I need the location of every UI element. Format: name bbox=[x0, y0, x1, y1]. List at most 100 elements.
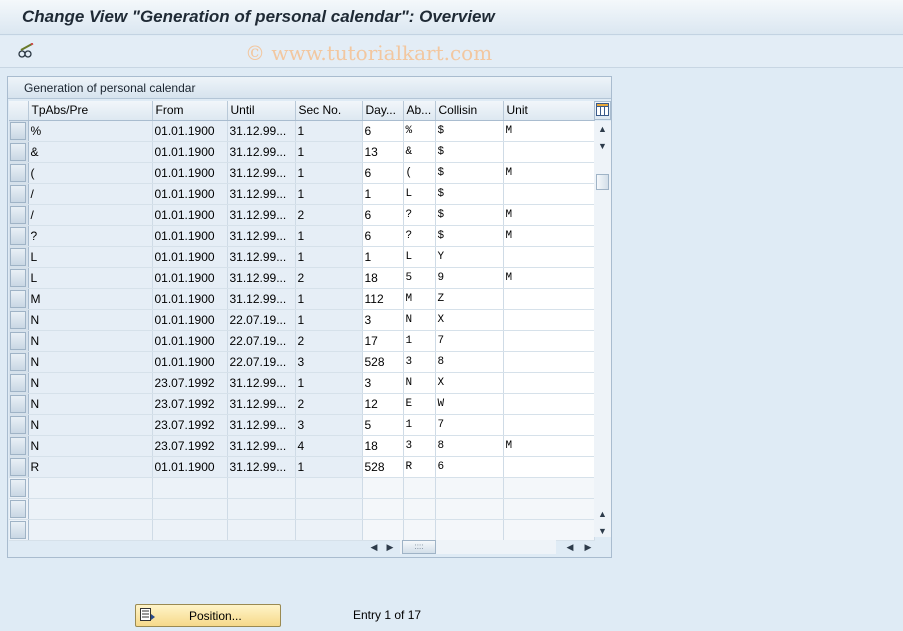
cell-ab[interactable]: % bbox=[403, 120, 436, 142]
scroll-page-down-icon[interactable]: ▼ bbox=[597, 525, 608, 537]
vertical-scroll-thumb[interactable] bbox=[596, 174, 609, 190]
cell-unit[interactable] bbox=[503, 330, 595, 352]
empty-cell-collisin[interactable] bbox=[435, 477, 504, 499]
cell-days[interactable]: 13 bbox=[362, 141, 404, 163]
column-header-from[interactable]: From bbox=[152, 101, 228, 121]
cell-collisin[interactable]: X bbox=[435, 309, 504, 331]
row-select-button[interactable] bbox=[9, 414, 29, 436]
cell-unit[interactable] bbox=[503, 183, 595, 205]
cell-collisin[interactable]: $ bbox=[435, 204, 504, 226]
row-select-button[interactable] bbox=[9, 435, 29, 457]
cell-days[interactable]: 6 bbox=[362, 204, 404, 226]
row-selector[interactable] bbox=[10, 373, 27, 392]
empty-cell-ab[interactable] bbox=[403, 477, 436, 499]
cell-ab[interactable]: 5 bbox=[403, 267, 436, 289]
table-row[interactable]: N 01.01.1900 22.07.19... 3 528 3 8 bbox=[9, 351, 595, 373]
row-selector[interactable] bbox=[10, 142, 27, 161]
row-select-button[interactable] bbox=[9, 330, 29, 352]
row-select-button[interactable] bbox=[9, 120, 29, 142]
column-header-sec-no[interactable]: Sec No. bbox=[295, 101, 363, 121]
display-change-button[interactable] bbox=[14, 41, 38, 63]
column-settings-button[interactable] bbox=[594, 101, 611, 120]
cell-unit[interactable] bbox=[503, 393, 595, 415]
scroll-left-icon[interactable]: ◀ bbox=[368, 540, 380, 554]
scroll-page-up-icon[interactable]: ▲ bbox=[597, 508, 608, 520]
row-select-button[interactable] bbox=[9, 162, 29, 184]
empty-table-row[interactable] bbox=[9, 519, 595, 541]
cell-ab[interactable]: M bbox=[403, 288, 436, 310]
cell-collisin[interactable]: $ bbox=[435, 183, 504, 205]
table-row[interactable]: N 23.07.1992 31.12.99... 3 5 1 7 bbox=[9, 414, 595, 436]
column-header-ab[interactable]: Ab... bbox=[403, 101, 436, 121]
row-select-button[interactable] bbox=[9, 519, 29, 541]
table-row[interactable]: ? 01.01.1900 31.12.99... 1 6? $ M bbox=[9, 225, 595, 247]
empty-table-row[interactable] bbox=[9, 477, 595, 499]
cell-days[interactable]: 18 bbox=[362, 435, 404, 457]
cell-unit[interactable] bbox=[503, 372, 595, 394]
cell-unit[interactable] bbox=[503, 456, 595, 478]
row-select-button[interactable] bbox=[9, 477, 29, 499]
row-selector[interactable] bbox=[10, 289, 27, 308]
cell-ab[interactable]: L bbox=[403, 183, 436, 205]
cell-days[interactable]: 528 bbox=[362, 351, 404, 373]
cell-days[interactable]: 1 bbox=[362, 246, 404, 268]
cell-unit[interactable] bbox=[503, 351, 595, 373]
cell-ab[interactable]: 1 bbox=[403, 414, 436, 436]
table-row[interactable]: N 23.07.1992 31.12.99... 1 3 N X bbox=[9, 372, 595, 394]
cell-ab[interactable]: 1 bbox=[403, 330, 436, 352]
cell-ab[interactable]: N bbox=[403, 309, 436, 331]
empty-cell-unit[interactable] bbox=[503, 519, 595, 541]
column-header-collisin[interactable]: Collisin bbox=[435, 101, 504, 121]
empty-cell-ab[interactable] bbox=[403, 498, 436, 520]
row-selector[interactable] bbox=[10, 184, 27, 203]
empty-cell-collisin[interactable] bbox=[435, 519, 504, 541]
cell-unit[interactable]: M bbox=[503, 267, 595, 289]
cell-ab[interactable]: 3 bbox=[403, 351, 436, 373]
cell-days[interactable]: 18 bbox=[362, 267, 404, 289]
row-select-button[interactable] bbox=[9, 393, 29, 415]
row-selector[interactable] bbox=[10, 331, 27, 350]
table-row[interactable]: L 01.01.1900 31.12.99... 1 1 L Y bbox=[9, 246, 595, 268]
column-header-tpabs[interactable]: TpAbs/Pre bbox=[28, 101, 153, 121]
cell-collisin[interactable]: $ bbox=[435, 162, 504, 184]
horizontal-scroll-thumb[interactable]: :::: bbox=[402, 540, 436, 554]
cell-collisin[interactable]: $ bbox=[435, 141, 504, 163]
cell-days[interactable]: 6 bbox=[362, 225, 404, 247]
cell-collisin[interactable]: 7 bbox=[435, 330, 504, 352]
cell-days[interactable]: 5 bbox=[362, 414, 404, 436]
cell-ab[interactable]: N bbox=[403, 372, 436, 394]
cell-days[interactable]: 6 bbox=[362, 162, 404, 184]
cell-collisin[interactable]: 8 bbox=[435, 435, 504, 457]
row-selector[interactable] bbox=[10, 499, 27, 518]
row-selector[interactable] bbox=[10, 478, 27, 497]
empty-table-row[interactable] bbox=[9, 498, 595, 520]
row-select-button[interactable] bbox=[9, 498, 29, 520]
cell-collisin[interactable]: Z bbox=[435, 288, 504, 310]
cell-collisin[interactable]: X bbox=[435, 372, 504, 394]
row-select-button[interactable] bbox=[9, 204, 29, 226]
row-selector[interactable] bbox=[10, 310, 27, 329]
row-select-button[interactable] bbox=[9, 288, 29, 310]
cell-ab[interactable]: & bbox=[403, 141, 436, 163]
row-select-button[interactable] bbox=[9, 141, 29, 163]
scroll-right-icon[interactable]: ▶ bbox=[384, 540, 396, 554]
cell-collisin[interactable]: 8 bbox=[435, 351, 504, 373]
row-select-button[interactable] bbox=[9, 351, 29, 373]
cell-collisin[interactable]: $ bbox=[435, 120, 504, 142]
table-row[interactable]: % 01.01.1900 31.12.99... 1 6% $ M bbox=[9, 120, 595, 142]
cell-collisin[interactable]: 6 bbox=[435, 456, 504, 478]
table-row[interactable]: R 01.01.1900 31.12.99... 1 528 R 6 bbox=[9, 456, 595, 478]
horizontal-scrollbar[interactable]: ◀ ▶ :::: ◀ ▶ bbox=[368, 539, 608, 555]
cell-collisin[interactable]: W bbox=[435, 393, 504, 415]
cell-unit[interactable]: M bbox=[503, 435, 595, 457]
row-selector[interactable] bbox=[10, 436, 27, 455]
table-row[interactable]: & 01.01.1900 31.12.99... 1 13 & $ bbox=[9, 141, 595, 163]
position-button[interactable]: Position... bbox=[135, 604, 281, 627]
column-header-days[interactable]: Day... bbox=[362, 101, 404, 121]
row-selector[interactable] bbox=[10, 394, 27, 413]
vertical-scrollbar[interactable]: ▲ ▼ ▲ ▼ bbox=[594, 121, 611, 537]
cell-ab[interactable]: 3 bbox=[403, 435, 436, 457]
cell-unit[interactable] bbox=[503, 288, 595, 310]
cell-days[interactable]: 1 bbox=[362, 183, 404, 205]
row-selector[interactable] bbox=[10, 520, 27, 539]
